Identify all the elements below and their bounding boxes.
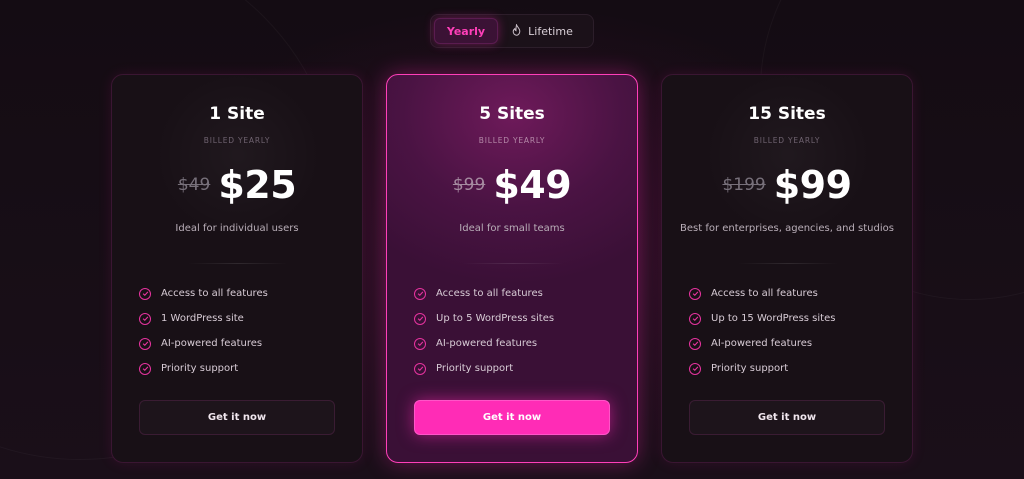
feature-item: Priority support (414, 356, 554, 381)
feature-item: Priority support (139, 356, 268, 381)
feature-list: Access to all features Up to 15 WordPres… (689, 281, 835, 381)
old-price: $199 (722, 175, 766, 195)
check-circle-icon (414, 337, 426, 350)
feature-label: Priority support (161, 363, 239, 374)
old-price: $49 (177, 175, 211, 195)
current-price: $25 (218, 163, 297, 207)
get-it-now-button[interactable]: Get it now (139, 400, 335, 435)
old-price: $99 (452, 175, 486, 195)
feature-item: Access to all features (414, 281, 554, 306)
feature-list: Access to all features 1 WordPress site … (139, 281, 268, 381)
price-row: $49 $25 (112, 163, 362, 207)
price-row: $99 $49 (387, 163, 637, 207)
feature-label: Access to all features (161, 288, 268, 299)
plan-title: 1 Site (209, 104, 265, 124)
billing-period: BILLED YEARLY (478, 136, 546, 145)
feature-label: Up to 5 WordPress sites (436, 313, 555, 324)
feature-label: AI-powered features (161, 338, 263, 349)
toggle-yearly-label: Yearly (446, 24, 486, 38)
current-price: $49 (493, 163, 572, 207)
check-circle-icon (414, 362, 426, 375)
feature-item: 1 WordPress site (139, 306, 268, 331)
billing-period: BILLED YEARLY (203, 136, 271, 145)
check-circle-icon (139, 362, 151, 375)
feature-label: Access to all features (436, 288, 543, 299)
check-circle-icon (689, 337, 701, 350)
billing-toggle: Yearly Lifetime (430, 14, 594, 48)
plan-description: Best for enterprises, agencies, and stud… (680, 223, 894, 234)
check-circle-icon (689, 287, 701, 300)
plan-card-1-site: 1 Site BILLED YEARLY $49 $25 Ideal for i… (111, 74, 363, 463)
plan-description: Ideal for individual users (175, 223, 299, 234)
pricing-page: Yearly Lifetime 1 Site BILLED YEARLY $49… (0, 0, 1024, 479)
flame-icon (511, 22, 522, 39)
check-circle-icon (414, 287, 426, 300)
get-it-now-button[interactable]: Get it now (414, 400, 610, 435)
check-circle-icon (139, 312, 151, 325)
divider (738, 263, 838, 264)
feature-item: AI-powered features (689, 331, 835, 356)
plan-title: 15 Sites (748, 104, 826, 124)
feature-item: AI-powered features (139, 331, 268, 356)
check-circle-icon (689, 312, 701, 325)
plan-card-15-sites: 15 Sites BILLED YEARLY $199 $99 Best for… (661, 74, 913, 463)
feature-list: Access to all features Up to 5 WordPress… (414, 281, 554, 381)
plan-title: 5 Sites (479, 104, 545, 124)
feature-label: AI-powered features (436, 338, 538, 349)
divider (188, 263, 288, 264)
feature-item: Access to all features (139, 281, 268, 306)
feature-item: Up to 15 WordPress sites (689, 306, 835, 331)
divider (463, 263, 563, 264)
check-circle-icon (139, 287, 151, 300)
price-row: $199 $99 (662, 163, 912, 207)
toggle-lifetime-label: Lifetime (528, 24, 573, 38)
toggle-yearly[interactable]: Yearly (434, 18, 498, 44)
feature-label: Priority support (711, 363, 789, 374)
check-circle-icon (414, 312, 426, 325)
toggle-lifetime[interactable]: Lifetime (498, 18, 586, 44)
check-circle-icon (139, 337, 151, 350)
feature-item: AI-powered features (414, 331, 554, 356)
feature-item: Priority support (689, 356, 835, 381)
plan-description: Ideal for small teams (459, 223, 565, 234)
feature-label: Priority support (436, 363, 514, 374)
get-it-now-button[interactable]: Get it now (689, 400, 885, 435)
feature-label: AI-powered features (711, 338, 813, 349)
current-price: $99 (773, 163, 852, 207)
feature-item: Access to all features (689, 281, 835, 306)
plan-card-5-sites: 5 Sites BILLED YEARLY $99 $49 Ideal for … (386, 74, 638, 463)
check-circle-icon (689, 362, 701, 375)
feature-label: Up to 15 WordPress sites (711, 313, 836, 324)
feature-label: 1 WordPress site (161, 313, 244, 324)
feature-item: Up to 5 WordPress sites (414, 306, 554, 331)
feature-label: Access to all features (711, 288, 818, 299)
billing-period: BILLED YEARLY (753, 136, 821, 145)
